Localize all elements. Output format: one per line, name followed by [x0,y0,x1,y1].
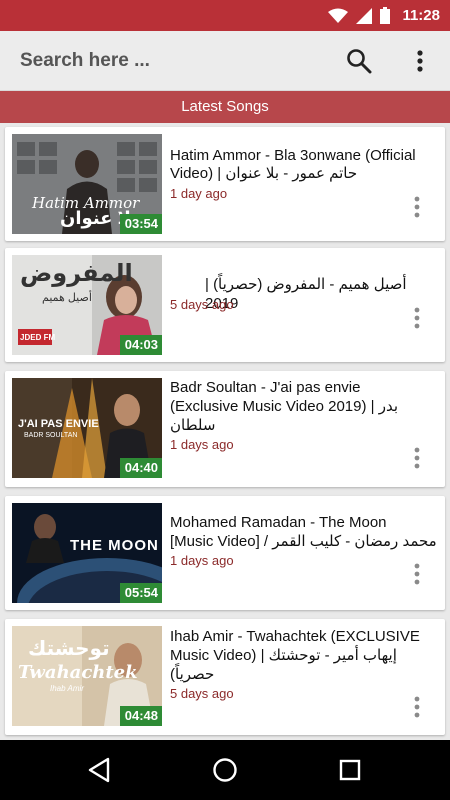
thumbnail-script: Twahachtek [18,662,138,683]
song-card[interactable]: توحشتك Twahachtek Ihab Amir 04:48 Ihab A… [5,619,445,735]
song-list[interactable]: Hatim Ammor بلا عنوان 03:54 Hatim Ammor … [0,123,450,740]
more-vert-icon[interactable] [413,196,421,218]
search-input[interactable]: Search here ... [20,50,150,72]
song-card[interactable]: THE MOON 05:54 Mohamed Ramadan - The Moo… [5,496,445,610]
battery-icon [380,7,391,24]
song-title-line: Music Video) | إيهاب أمير - توحشتك [170,647,397,664]
search-icon[interactable] [346,48,372,74]
duration-badge: 04:48 [119,706,162,726]
song-title-line: Video) | حاتم عمور - بلا عنوان [170,165,358,182]
song-date: 5 days ago [170,686,234,701]
signal-icon [356,7,373,24]
song-thumbnail: المفروض أصيل هميم JDED FM 04:03 [12,255,162,355]
duration-badge: 04:03 [119,335,162,355]
thumbnail-text: J'AI PAS ENVIE [18,418,99,430]
recents-icon[interactable] [335,755,365,785]
song-title: Mohamed Ramadan - The Moon [170,514,387,531]
song-thumbnail: Hatim Ammor بلا عنوان 03:54 [12,134,162,234]
thumbnail-subtext: أصيل هميم [42,292,92,304]
more-vert-icon[interactable] [413,447,421,469]
status-time: 11:28 [402,7,440,24]
navigation-bar [0,740,450,800]
song-thumbnail: توحشتك Twahachtek Ihab Amir 04:48 [12,626,162,726]
song-title: Badr Soultan - J'ai pas envie [170,379,361,396]
song-date: 5 days ago [170,297,234,312]
more-vert-icon[interactable] [413,307,421,329]
back-icon[interactable] [85,755,115,785]
more-vert-icon[interactable] [413,563,421,585]
song-card[interactable]: Hatim Ammor بلا عنوان 03:54 Hatim Ammor … [5,127,445,241]
song-title-line: (حصرياً [170,666,215,683]
song-date: 1 day ago [170,186,228,201]
wifi-icon [328,8,349,23]
section-header: Latest Songs [0,91,450,123]
song-title-line: سلطان [170,417,216,434]
duration-badge: 05:54 [119,583,162,603]
song-date: 1 days ago [170,437,234,452]
status-icons: 11:28 [328,0,440,31]
song-card[interactable]: المفروض أصيل هميم JDED FM 04:03 أصيل همي… [5,248,445,362]
more-vert-icon[interactable] [408,47,432,75]
status-bar: 11:28 [0,0,450,31]
thumbnail-text: المفروض [20,260,133,287]
app-bar: Search here ... [0,31,450,91]
song-title: Ihab Amir - Twahachtek (EXCLUSIVE [170,628,420,645]
more-vert-icon[interactable] [413,696,421,718]
song-thumbnail: THE MOON 05:54 [12,503,162,603]
home-icon[interactable] [210,755,240,785]
song-thumbnail: J'AI PAS ENVIE BADR SOULTAN 04:40 [12,378,162,478]
duration-badge: 03:54 [119,214,162,234]
thumbnail-subtext: BADR SOULTAN [24,432,78,439]
song-title-line: [Music Video] / محمد رمضان - كليب القمر [170,533,437,550]
song-card[interactable]: J'AI PAS ENVIE BADR SOULTAN 04:40 Badr S… [5,371,445,487]
thumbnail-text: THE MOON [70,537,159,554]
song-title-line: (Exclusive Music Video 2019) | بدر [170,398,399,415]
song-title: Hatim Ammor - Bla 3onwane (Official [170,147,416,164]
song-title: أصيل هميم - المفروض (حصرياً) | 2019 [205,276,407,312]
thumbnail-text: توحشتك [28,638,110,660]
thumbnail-subtext: Ihab Amir [50,684,84,693]
thumbnail-badge: JDED FM [20,333,56,342]
song-date: 1 days ago [170,553,234,568]
duration-badge: 04:40 [119,458,162,478]
